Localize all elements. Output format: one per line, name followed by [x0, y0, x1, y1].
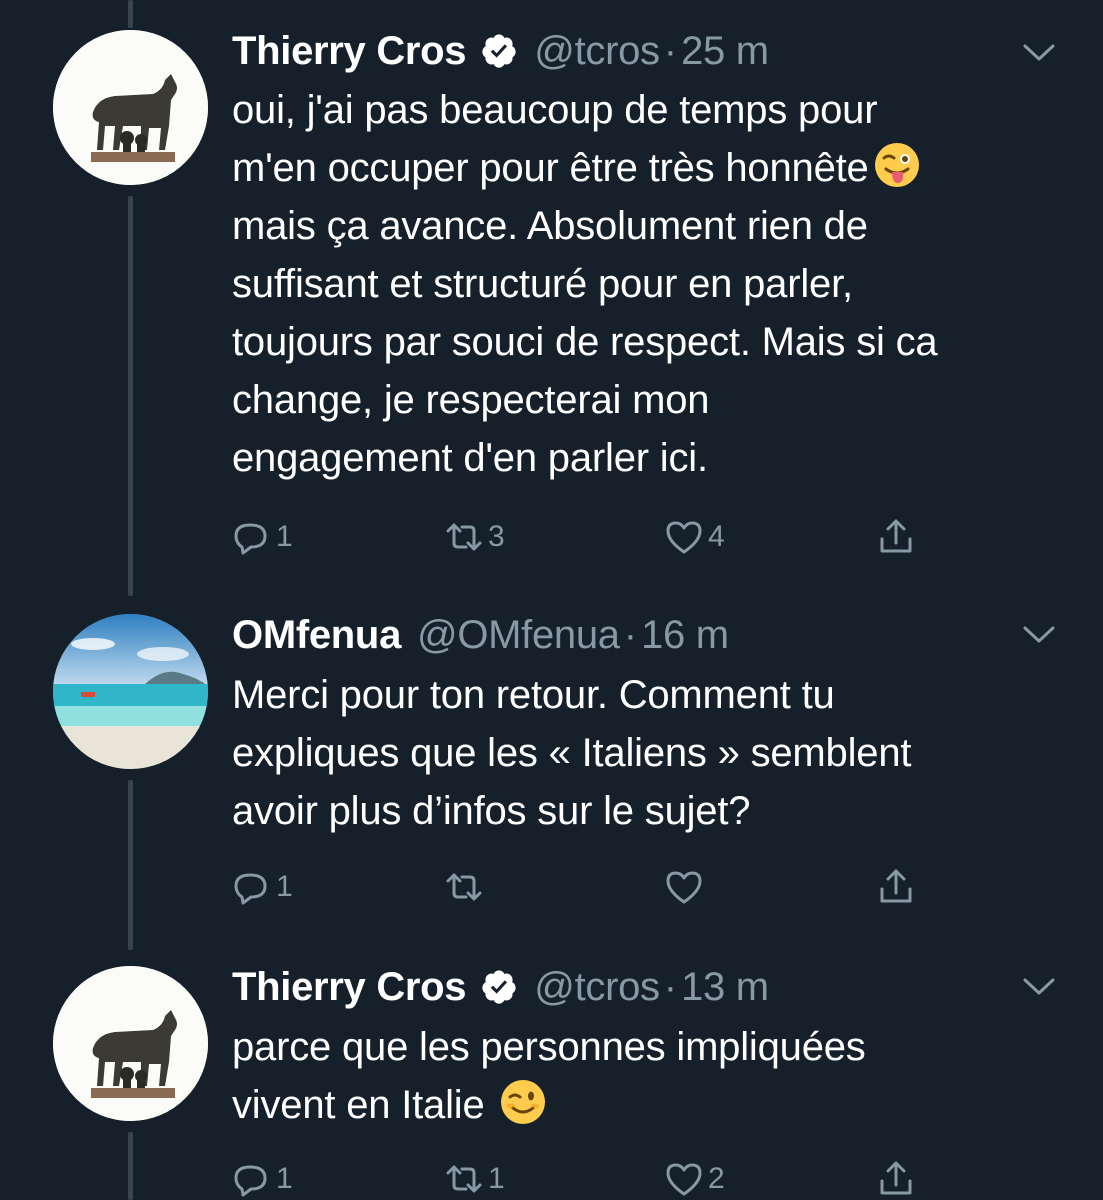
tweet-text: Merci pour ton retour. Comment tu expliq…: [232, 666, 1082, 840]
tweet-header: Thierry Cros @tcros · 13 m: [232, 962, 769, 1012]
reply-icon: [234, 873, 267, 905]
heart-icon: [666, 521, 702, 554]
share-icon: [880, 1161, 912, 1195]
chevron-down-icon[interactable]: [1022, 972, 1056, 1000]
tweet-text-line: oui, j'ai pas beaucoup de temps pour: [232, 88, 878, 132]
chevron-down-icon[interactable]: [1022, 620, 1056, 648]
timestamp[interactable]: 13 m: [681, 965, 769, 1010]
tweet-text-line: mais ça avance. Absolument rien de: [232, 204, 868, 248]
share-button[interactable]: [876, 512, 916, 562]
tweet-text-line: suffisant et structuré pour en parler,: [232, 262, 853, 306]
retweet-icon: [446, 523, 482, 551]
she-wolf-statue-icon: [53, 966, 208, 1121]
tweet-actions: 1 1 2: [232, 1154, 952, 1200]
tweet-text: oui, j'ai pas beaucoup de temps pour m'e…: [232, 81, 1082, 487]
display-name[interactable]: Thierry Cros: [232, 965, 467, 1010]
tweet-text-line: toujours par souci de respect. Mais si c…: [232, 320, 938, 364]
separator-dot: ·: [663, 28, 678, 73]
separator-dot: ·: [623, 612, 638, 657]
heart-icon: [666, 1163, 702, 1196]
avatar[interactable]: [53, 30, 208, 185]
avatar[interactable]: [53, 614, 208, 769]
tweet-header: OMfenua @OMfenua · 16 m: [232, 610, 729, 660]
share-button[interactable]: [876, 1154, 916, 1200]
verified-badge-icon: [480, 968, 518, 1006]
tweet-actions: 1: [232, 862, 952, 912]
tweet-text-line: m'en occuper pour être très honnête: [232, 139, 1082, 197]
share-button[interactable]: [876, 862, 916, 912]
tweet-text: parce que les personnes impliquées viven…: [232, 1018, 1082, 1134]
tweet-text-line: engagement d'en parler ici.: [232, 436, 708, 480]
like-count: 2: [708, 1162, 725, 1195]
separator-dot: ·: [663, 964, 678, 1009]
retweet-button[interactable]: 1: [444, 1154, 505, 1200]
user-handle[interactable]: @OMfenua: [417, 613, 620, 658]
she-wolf-statue-icon: [53, 30, 208, 185]
timestamp[interactable]: 25 m: [681, 29, 769, 74]
tweet-actions: 1 3 4: [232, 512, 952, 562]
retweet-count: 1: [488, 1162, 505, 1195]
tweet-text-line: expliques que les « Italiens » semblent: [232, 731, 912, 775]
display-name[interactable]: Thierry Cros: [232, 29, 467, 74]
like-count: 4: [708, 520, 725, 553]
like-button[interactable]: 4: [664, 512, 725, 562]
reply-icon: [234, 523, 267, 555]
retweet-button[interactable]: [444, 862, 488, 912]
reply-button[interactable]: 1: [232, 1154, 293, 1200]
reply-button[interactable]: 1: [232, 862, 293, 912]
timestamp[interactable]: 16 m: [641, 613, 729, 658]
tweet-text-line: avoir plus d’infos sur le sujet?: [232, 789, 751, 833]
share-icon: [880, 519, 912, 553]
tweet-text-line: Merci pour ton retour. Comment tu: [232, 673, 835, 717]
reply-icon: [234, 1165, 267, 1197]
display-name[interactable]: OMfenua: [232, 613, 401, 658]
reply-count: 1: [276, 1162, 293, 1195]
tweet-text-line-content: m'en occuper pour être très honnête: [232, 146, 869, 190]
retweet-icon: [446, 873, 482, 901]
beach-lagoon-icon: [53, 614, 208, 769]
tweet-text-line: parce que les personnes impliquées: [232, 1025, 866, 1069]
tweet-text-line: vivent en Italie: [232, 1076, 1082, 1134]
retweet-button[interactable]: 3: [444, 512, 505, 562]
tweet-header: Thierry Cros @tcros · 25 m: [232, 26, 769, 76]
reply-button[interactable]: 1: [232, 512, 293, 562]
tweet[interactable]: Thierry Cros @tcros · 25 m oui, j'ai pas…: [0, 0, 1103, 590]
share-icon: [880, 869, 912, 903]
tweet[interactable]: OMfenua @OMfenua · 16 m Merci pour ton r…: [0, 610, 1103, 930]
like-button[interactable]: [664, 862, 708, 912]
retweet-count: 3: [488, 520, 505, 553]
tweet-thread: Thierry Cros @tcros · 25 m oui, j'ai pas…: [0, 0, 1103, 1200]
verified-badge-icon: [480, 32, 518, 70]
user-handle[interactable]: @tcros: [534, 29, 660, 74]
tweet-text-line: change, je respecterai mon: [232, 378, 710, 422]
winking-face-with-tongue-icon: [874, 143, 919, 187]
user-handle[interactable]: @tcros: [534, 965, 660, 1010]
chevron-down-icon[interactable]: [1022, 38, 1056, 66]
tweet-text-line-content: vivent en Italie: [232, 1083, 485, 1127]
reply-count: 1: [276, 870, 293, 903]
retweet-icon: [446, 1165, 482, 1193]
avatar[interactable]: [53, 966, 208, 1121]
reply-count: 1: [276, 520, 293, 553]
like-button[interactable]: 2: [664, 1154, 725, 1200]
tweet[interactable]: Thierry Cros @tcros · 13 m parce que les…: [0, 962, 1103, 1200]
winking-face-icon: [501, 1080, 546, 1124]
heart-icon: [666, 871, 702, 904]
